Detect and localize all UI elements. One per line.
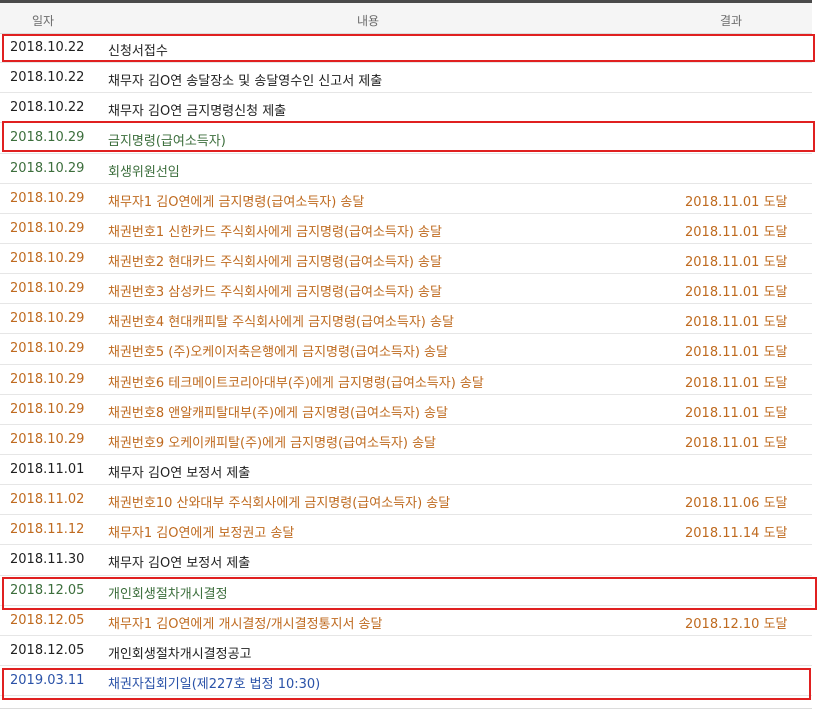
row-date: 2018.10.29 — [10, 311, 85, 327]
row-content: 채권자집회기일(제227호 법정 10:30) — [108, 676, 321, 692]
header-result: 결과 — [720, 14, 743, 28]
row-result: 2018.11.01 도달 — [685, 285, 788, 301]
table-bottom-border — [0, 708, 812, 709]
table-row: 2019.03.11 채권자집회기일(제227호 법정 10:30) — [0, 666, 812, 697]
row-content: 채권번호6 테크메이트코리아대부(주)에게 금지명령(급여소득자) 송달 — [108, 375, 484, 391]
case-history-table-body: 2018.10.22 신청서접수 2018.10.22 채무자 김O연 송달장소 및 … — [0, 33, 812, 697]
row-content: 채무자1 김O연에게 금지명령(급여소득자) 송달 — [108, 194, 365, 210]
row-content: 금지명령(급여소득자) — [108, 134, 226, 150]
row-date: 2018.11.12 — [10, 522, 85, 538]
row-content: 개인회생절차개시결정공고 — [108, 646, 252, 662]
header-date: 일자 — [32, 14, 55, 28]
row-date: 2018.10.29 — [10, 160, 85, 176]
table-row: 2018.10.29 채권번호4 현대캐피탈 주식회사에게 금지명령(급여소득자)… — [0, 304, 812, 335]
row-content: 채무자 김O연 금지명령신청 제출 — [108, 104, 287, 120]
row-date: 2018.10.29 — [10, 190, 85, 206]
row-content: 신청서접수 — [108, 44, 168, 59]
row-content: 채권번호10 산와대부 주식회사에게 금지명령(급여소득자) 송달 — [108, 496, 451, 512]
header-content: 내용 — [357, 14, 380, 28]
row-content: 채무자1 김O연에게 개시결정/개시결정통지서 송달 — [108, 616, 383, 632]
row-result: 2018.11.01 도달 — [685, 254, 788, 270]
table-row: 2018.10.29 채권번호5 (주)오케이저축은행에게 금지명령(급여소득자)… — [0, 334, 812, 365]
table-header: 일자 내용 결과 — [0, 3, 812, 34]
table-row: 2018.10.29 채권번호6 테크메이트코리아대부(주)에게 금지명령(급여소… — [0, 365, 812, 395]
table-row: 2018.10.29 금지명령(급여소득자) — [0, 123, 812, 154]
row-content: 채권번호4 현대캐피탈 주식회사에게 금지명령(급여소득자) 송달 — [108, 315, 454, 331]
row-date: 2018.10.29 — [10, 130, 85, 146]
table-row: 2018.10.29 채권번호8 앤알캐피탈대부(주)에게 금지명령(급여소득자)… — [0, 395, 812, 425]
row-date: 2018.12.05 — [10, 582, 85, 598]
row-result: 2018.12.10 도달 — [685, 616, 788, 632]
row-date: 2018.11.30 — [10, 552, 85, 568]
row-date: 2018.10.29 — [10, 281, 85, 297]
row-content: 채권번호3 삼성카드 주식회사에게 금지명령(급여소득자) 송달 — [108, 285, 442, 301]
row-content: 회생위원선임 — [108, 164, 180, 180]
row-content: 채권번호1 신한카드 주식회사에게 금지명령(급여소득자) 송달 — [108, 224, 442, 240]
table-row: 2018.10.22 채무자 김O연 금지명령신청 제출 — [0, 93, 812, 124]
table-row: 2018.10.29 채무자1 김O연에게 금지명령(급여소득자) 송달 2018.… — [0, 184, 812, 214]
row-content: 채무자 김O연 보정서 제출 — [108, 465, 251, 481]
row-date: 2018.10.29 — [10, 250, 85, 266]
table-row: 2018.10.29 회생위원선임 — [0, 154, 812, 184]
table-row: 2018.12.05 채무자1 김O연에게 개시결정/개시결정통지서 송달 2018… — [0, 606, 812, 636]
row-date: 2018.10.29 — [10, 431, 85, 447]
table-row: 2018.10.29 채권번호2 현대카드 주식회사에게 금지명령(급여소득자) … — [0, 244, 812, 275]
row-date: 2018.11.01 — [10, 461, 85, 477]
row-content: 개인회생절차개시결정 — [108, 586, 228, 602]
row-result: 2018.11.01 도달 — [685, 435, 788, 451]
row-result: 2018.11.01 도달 — [685, 315, 788, 331]
table-row: 2018.10.29 채권번호3 삼성카드 주식회사에게 금지명령(급여소득자) … — [0, 274, 812, 305]
row-content: 채무자 김O연 송달장소 및 송달영수인 신고서 제출 — [108, 74, 383, 90]
row-content: 채무자1 김O연에게 보정권고 송달 — [108, 526, 295, 542]
row-date: 2019.03.11 — [10, 672, 85, 688]
table-row: 2018.12.05 개인회생절차개시결정 — [0, 576, 812, 606]
table-row: 2018.11.12 채무자1 김O연에게 보정권고 송달 2018.11.14 도… — [0, 515, 812, 546]
row-content: 채권번호2 현대카드 주식회사에게 금지명령(급여소득자) 송달 — [108, 254, 442, 270]
row-date: 2018.12.05 — [10, 642, 85, 658]
row-content: 채권번호8 앤알캐피탈대부(주)에게 금지명령(급여소득자) 송달 — [108, 405, 448, 421]
table-row: 2018.12.05 개인회생절차개시결정공고 — [0, 636, 812, 666]
row-date: 2018.10.29 — [10, 220, 85, 236]
row-result: 2018.11.01 도달 — [685, 405, 788, 421]
row-date: 2018.10.29 — [10, 341, 85, 357]
row-content: 채무자 김O연 보정서 제출 — [108, 556, 251, 572]
table-row: 2018.10.22 신청서접수 — [0, 33, 812, 64]
row-date: 2018.10.22 — [10, 40, 85, 55]
table-row: 2018.11.30 채무자 김O연 보정서 제출 — [0, 545, 812, 576]
row-date: 2018.11.02 — [10, 492, 85, 508]
table-row: 2018.11.01 채무자 김O연 보정서 제출 — [0, 455, 812, 486]
row-content: 채권번호5 (주)오케이저축은행에게 금지명령(급여소득자) 송달 — [108, 345, 448, 361]
row-result: 2018.11.06 도달 — [685, 496, 788, 512]
row-result: 2018.11.01 도달 — [685, 194, 788, 210]
row-date: 2018.10.22 — [10, 100, 85, 116]
row-result: 2018.11.01 도달 — [685, 375, 788, 391]
row-result: 2018.11.14 도달 — [685, 526, 788, 542]
row-date: 2018.10.22 — [10, 70, 85, 86]
row-date: 2018.10.29 — [10, 371, 85, 387]
row-date: 2018.10.29 — [10, 401, 85, 417]
row-result: 2018.11.01 도달 — [685, 345, 788, 361]
row-result: 2018.11.01 도달 — [685, 224, 788, 240]
table-row: 2018.10.29 채권번호9 오케이캐피탈(주)에게 금지명령(급여소득자) … — [0, 425, 812, 455]
table-row: 2018.11.02 채권번호10 산와대부 주식회사에게 금지명령(급여소득자)… — [0, 485, 812, 516]
table-row: 2018.10.29 채권번호1 신한카드 주식회사에게 금지명령(급여소득자) … — [0, 214, 812, 244]
row-date: 2018.12.05 — [10, 612, 85, 628]
table-row: 2018.10.22 채무자 김O연 송달장소 및 송달영수인 신고서 제출 — [0, 63, 812, 94]
row-content: 채권번호9 오케이캐피탈(주)에게 금지명령(급여소득자) 송달 — [108, 435, 436, 451]
